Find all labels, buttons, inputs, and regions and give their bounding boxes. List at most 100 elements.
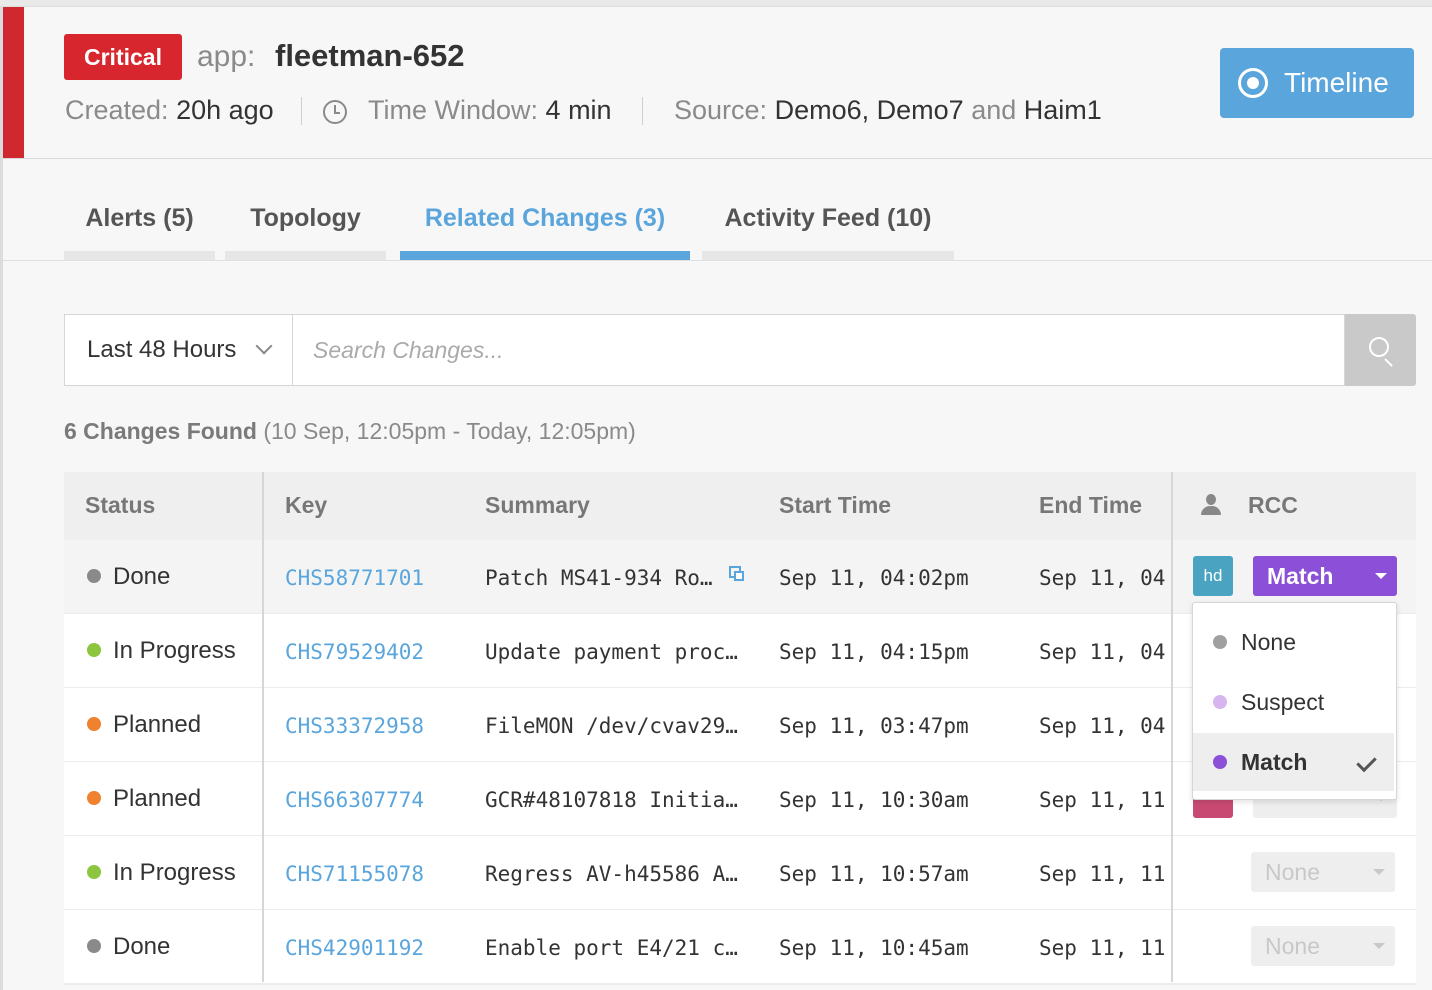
row-end-time: Sep 11, 11	[1039, 788, 1166, 812]
rcc-dropdown-menu: None Suspect Match	[1192, 602, 1397, 800]
row-status: Done	[113, 563, 171, 590]
tab-alerts[interactable]: Alerts (5)	[64, 196, 215, 260]
row-start-time: Sep 11, 10:45am	[779, 936, 969, 960]
status-dot	[87, 939, 101, 953]
option-dot	[1213, 695, 1227, 709]
rcc-option-match[interactable]: Match	[1193, 733, 1394, 791]
created-value: 20h ago	[176, 95, 274, 125]
row-start-time: Sep 11, 03:47pm	[779, 714, 969, 738]
status-dot	[87, 717, 101, 731]
change-key-link[interactable]: CHS71155078	[285, 862, 424, 886]
header-status[interactable]: Status	[85, 492, 155, 519]
tab-topology[interactable]: Topology	[225, 196, 386, 260]
header-start-time[interactable]: Start Time	[779, 492, 891, 519]
search-changes-input[interactable]	[293, 314, 1345, 386]
user-icon	[1200, 494, 1222, 516]
rcc-value: Match	[1267, 562, 1334, 589]
created-label: Created:	[65, 95, 169, 125]
severity-badge: Critical	[64, 34, 182, 80]
row-summary: Patch MS41-934 Ro…	[485, 566, 713, 590]
change-key-link[interactable]: CHS58771701	[285, 566, 424, 590]
source-value-2: Haim1	[1023, 95, 1102, 125]
table-row[interactable]	[64, 836, 1416, 911]
header-summary[interactable]: Summary	[485, 492, 590, 519]
row-end-time: Sep 11, 04	[1039, 640, 1166, 664]
search-button[interactable]	[1345, 314, 1416, 386]
rcc-select[interactable]: None	[1251, 852, 1395, 892]
caret-down-icon	[1373, 943, 1385, 949]
rcc-value: None	[1265, 858, 1320, 885]
row-start-time: Sep 11, 10:57am	[779, 862, 969, 886]
row-status: In Progress	[113, 859, 236, 886]
incident-header	[3, 7, 1432, 159]
status-dot	[87, 791, 101, 805]
results-summary: 6 Changes Found (10 Sep, 12:05pm - Today…	[64, 418, 636, 445]
source-and: and	[971, 95, 1017, 125]
header-rcc[interactable]: RCC	[1248, 492, 1298, 519]
change-key-link[interactable]: CHS42901192	[285, 936, 424, 960]
caret-down-icon	[1373, 869, 1385, 875]
meta-divider	[301, 97, 302, 125]
row-status: Planned	[113, 785, 202, 812]
row-end-time: Sep 11, 04	[1039, 566, 1166, 590]
search-icon-handle	[1384, 358, 1393, 367]
row-start-time: Sep 11, 04:15pm	[779, 640, 969, 664]
status-dot	[87, 643, 101, 657]
tab-activity-feed[interactable]: Activity Feed (10)	[702, 196, 954, 260]
row-start-time: Sep 11, 10:30am	[779, 788, 969, 812]
source-label: Source:	[674, 95, 768, 125]
row-summary: FileMON /dev/cvav29…	[485, 714, 738, 738]
tabs-baseline	[3, 260, 1432, 261]
clock-icon	[323, 100, 347, 124]
created-meta: Created: 20h ago	[65, 95, 274, 126]
tab-related-changes[interactable]: Related Changes (3)	[400, 196, 690, 260]
header-key[interactable]: Key	[285, 492, 327, 519]
copy-icon[interactable]	[729, 566, 744, 581]
rcc-select[interactable]: Match	[1253, 556, 1397, 596]
row-end-time: Sep 11, 11	[1039, 862, 1166, 886]
time-range-value: Last 48 Hours	[87, 336, 237, 363]
row-end-time: Sep 11, 11	[1039, 936, 1166, 960]
row-end-time: Sep 11, 04	[1039, 714, 1166, 738]
change-key-link[interactable]: CHS66307774	[285, 788, 424, 812]
option-label: Match	[1241, 748, 1308, 775]
change-key-link[interactable]: CHS79529402	[285, 640, 424, 664]
header-end-time[interactable]: End Time	[1039, 492, 1142, 519]
option-dot	[1213, 755, 1227, 769]
row-status: In Progress	[113, 637, 236, 664]
time-window-label: Time Window:	[368, 95, 539, 125]
results-count: 6 Changes Found	[64, 418, 257, 444]
status-dot	[87, 569, 101, 583]
caret-down-icon	[1375, 573, 1387, 579]
time-window-meta: Time Window: 4 min	[368, 95, 612, 126]
app-name: fleetman-652	[275, 38, 465, 73]
assignee-avatar[interactable]: hd	[1193, 556, 1233, 596]
option-label: None	[1241, 628, 1296, 655]
row-summary: Regress AV-h45586 A…	[485, 862, 738, 886]
rcc-select[interactable]: None	[1251, 926, 1395, 966]
row-status: Planned	[113, 711, 202, 738]
top-border	[0, 0, 1432, 7]
search-icon	[1369, 337, 1389, 357]
timeline-button[interactable]: Timeline	[1220, 48, 1414, 118]
results-range: (10 Sep, 12:05pm - Today, 12:05pm)	[263, 418, 636, 444]
table-row[interactable]	[64, 910, 1416, 985]
time-window-value: 4 min	[545, 95, 612, 125]
app-prefix: app:	[197, 40, 256, 73]
change-key-link[interactable]: CHS33372958	[285, 714, 424, 738]
row-start-time: Sep 11, 04:02pm	[779, 566, 969, 590]
rcc-value: None	[1265, 932, 1320, 959]
source-value: Demo6, Demo7	[774, 95, 964, 125]
record-icon	[1238, 68, 1268, 98]
rcc-option-suspect[interactable]: Suspect	[1193, 673, 1394, 731]
row-summary: Update payment proc…	[485, 640, 738, 664]
option-dot	[1213, 635, 1227, 649]
row-summary: GCR#48107818 Initia…	[485, 788, 738, 812]
row-summary: Enable port E4/21 c…	[485, 936, 738, 960]
rcc-option-none[interactable]: None	[1193, 613, 1394, 671]
timeline-label: Timeline	[1284, 67, 1389, 98]
severity-stripe	[3, 7, 24, 158]
checkmark-icon	[1356, 751, 1377, 773]
meta-divider	[642, 97, 643, 125]
source-meta: Source: Demo6, Demo7 and Haim1	[674, 95, 1102, 126]
